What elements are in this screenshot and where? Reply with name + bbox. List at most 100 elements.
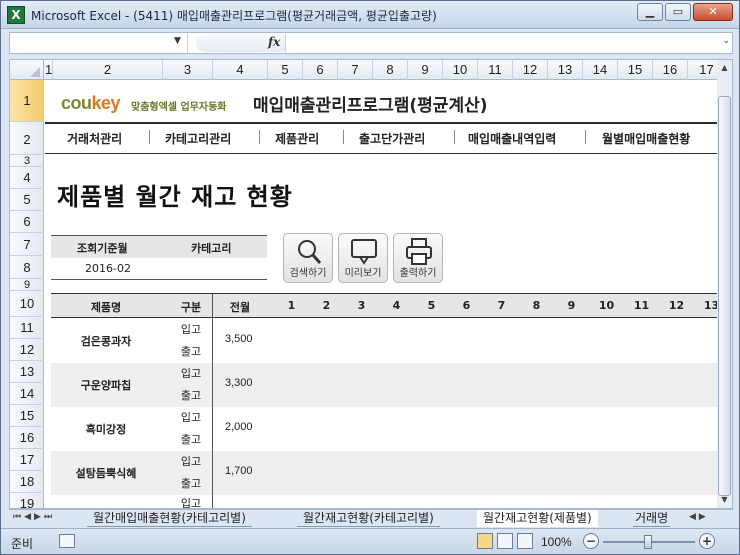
zoom-in-icon[interactable]: + (699, 533, 715, 549)
sheet-nav-arrows-icon[interactable]: ⏮◀▶⏭ (13, 512, 55, 522)
column-header[interactable]: 4 (213, 60, 268, 80)
sheet-tab[interactable]: 월간매입매출현황(카테고리별) (87, 510, 252, 527)
excel-app-icon[interactable]: X (7, 6, 25, 24)
table-row[interactable]: 입고 (51, 495, 724, 509)
name-box[interactable] (10, 33, 188, 53)
scroll-up-icon[interactable]: ▲ (717, 60, 732, 76)
month-header: 6 (462, 299, 471, 312)
menu-item-customers[interactable]: 거래처관리 (67, 130, 122, 147)
close-button[interactable]: ✕ (693, 3, 733, 21)
brand-subtitle: 맞춤형엑셀 업무자동화 (131, 102, 227, 113)
zoom-out-icon[interactable]: − (583, 533, 599, 549)
date-filter-input[interactable]: 2016-02 (85, 262, 131, 275)
row-header[interactable]: 18 (10, 471, 44, 493)
menu-item-products[interactable]: 제품관리 (275, 130, 319, 147)
category-filter-input[interactable] (191, 262, 261, 276)
excel-window: X Microsoft Excel - (5411) 매입매출관리프로그램(평균… (0, 0, 740, 555)
insert-function-icon[interactable]: fx (268, 35, 280, 49)
normal-view-icon[interactable] (477, 533, 493, 549)
row-header[interactable]: 13 (10, 361, 44, 383)
row-header[interactable]: 7 (10, 233, 44, 256)
printer-icon (406, 238, 432, 265)
row-header[interactable]: 17 (10, 449, 44, 471)
column-header[interactable]: 6 (303, 60, 338, 80)
vertical-scrollbar[interactable]: ▲ ▼ (717, 59, 733, 509)
type-in: 입고 (180, 455, 202, 468)
sheet-tab-bar: ⏮◀▶⏭ 월간매입매출현황(카테고리별) 월간재고현황(카테고리별) 월간재고현… (9, 509, 733, 527)
restore-button[interactable]: ▭ (665, 3, 691, 21)
prev-month-value: 3,500 (225, 333, 253, 345)
window-title: Microsoft Excel - (5411) 매입매출관리프로그램(평균거래… (31, 9, 437, 23)
row-header[interactable]: 10 (10, 291, 44, 317)
row-header[interactable]: 6 (10, 211, 44, 233)
column-header[interactable]: 16 (653, 60, 688, 80)
row-header[interactable]: 9 (10, 279, 44, 291)
row-header[interactable]: 12 (10, 339, 44, 361)
table-row[interactable]: 설탕듬뿍식혜 입고 출고 1,700 (51, 451, 724, 495)
column-header[interactable]: 8 (373, 60, 408, 80)
sheet-tab[interactable]: 월간재고현황(카테고리별) (297, 510, 440, 527)
formula-input[interactable] (292, 35, 712, 51)
status-ready: 준비 (11, 537, 34, 551)
sheet-tab-active[interactable]: 월간재고현황(제품별) (477, 510, 598, 527)
column-header[interactable]: 10 (443, 60, 478, 80)
column-header[interactable]: 14 (583, 60, 618, 80)
horizontal-scroll-icon[interactable]: ◀ ▶ (689, 512, 731, 526)
column-header[interactable]: 2 (53, 60, 163, 80)
column-header[interactable]: 13 (548, 60, 583, 80)
column-header[interactable]: 3 (163, 60, 213, 80)
month-header: 3 (357, 299, 366, 312)
page-layout-view-icon[interactable] (497, 533, 513, 549)
row-header[interactable]: 11 (10, 317, 44, 339)
macro-record-icon[interactable] (59, 534, 75, 548)
table-row[interactable]: 구운양파칩 입고 출고 3,300 (51, 363, 724, 407)
sheet-tab[interactable]: 거래명 (633, 510, 671, 527)
type-header: 구분 (180, 301, 202, 314)
filter-values: 2016-02 (51, 258, 267, 280)
table-row[interactable]: 흑미강정 입고 출고 2,000 (51, 407, 724, 451)
column-header[interactable]: 12 (513, 60, 548, 80)
menu-item-monthly-status[interactable]: 월별매입매출현황 (602, 130, 690, 147)
minimize-button[interactable]: ▁ (637, 3, 663, 21)
menu-item-categories[interactable]: 카테고리관리 (165, 130, 231, 147)
row-header[interactable]: 2 (10, 122, 44, 155)
menu-item-unit-prices[interactable]: 출고단가관리 (359, 130, 425, 147)
page-break-view-icon[interactable] (517, 533, 533, 549)
row-header[interactable]: 5 (10, 189, 44, 211)
zoom-slider-thumb[interactable] (644, 535, 652, 549)
table-row[interactable]: 검은콩과자 입고 출고 3,500 (51, 319, 724, 363)
row-header[interactable]: 16 (10, 427, 44, 449)
worksheet-grid[interactable]: 1 2 3 4 5 6 7 8 9 10 11 12 13 14 15 16 1… (9, 59, 725, 509)
formula-tools: fx (196, 34, 286, 52)
column-header[interactable]: 5 (268, 60, 303, 80)
month-header: 11 (633, 299, 650, 312)
menu-item-transactions-entry[interactable]: 매입매출내역입력 (468, 130, 556, 147)
type-out: 출고 (180, 433, 202, 446)
preview-button[interactable]: 미리보기 (338, 233, 388, 283)
column-header[interactable]: 7 (338, 60, 373, 80)
select-all-corner[interactable] (10, 60, 44, 80)
product-name: 검은콩과자 (80, 335, 132, 348)
column-header[interactable]: 11 (478, 60, 513, 80)
row-header[interactable]: 19 (10, 493, 44, 508)
zoom-level[interactable]: 100% (541, 535, 572, 549)
row-header[interactable]: 1 (10, 80, 44, 122)
row-header[interactable]: 15 (10, 405, 44, 427)
name-box-dropdown-icon[interactable]: ▼ (174, 36, 181, 46)
expand-formula-bar-icon[interactable]: ⌄ (722, 36, 730, 46)
column-header[interactable]: 1 (45, 60, 53, 80)
vertical-scroll-thumb[interactable] (718, 96, 731, 496)
row-header[interactable]: 3 (10, 155, 44, 167)
row-header[interactable]: 8 (10, 256, 44, 279)
product-name: 구운양파칩 (80, 379, 132, 392)
month-header: 1 (287, 299, 296, 312)
sheet-content: coukey 맞춤형엑셀 업무자동화 매입매출관리프로그램(평균계산) 거래처관… (45, 81, 724, 509)
row-header[interactable]: 14 (10, 383, 44, 405)
search-button[interactable]: 검색하기 (283, 233, 333, 283)
print-button[interactable]: 출력하기 (393, 233, 443, 283)
row-header[interactable]: 4 (10, 167, 44, 189)
scroll-down-icon[interactable]: ▼ (717, 492, 732, 508)
type-in: 입고 (180, 497, 202, 509)
column-header[interactable]: 15 (618, 60, 653, 80)
column-header[interactable]: 9 (408, 60, 443, 80)
